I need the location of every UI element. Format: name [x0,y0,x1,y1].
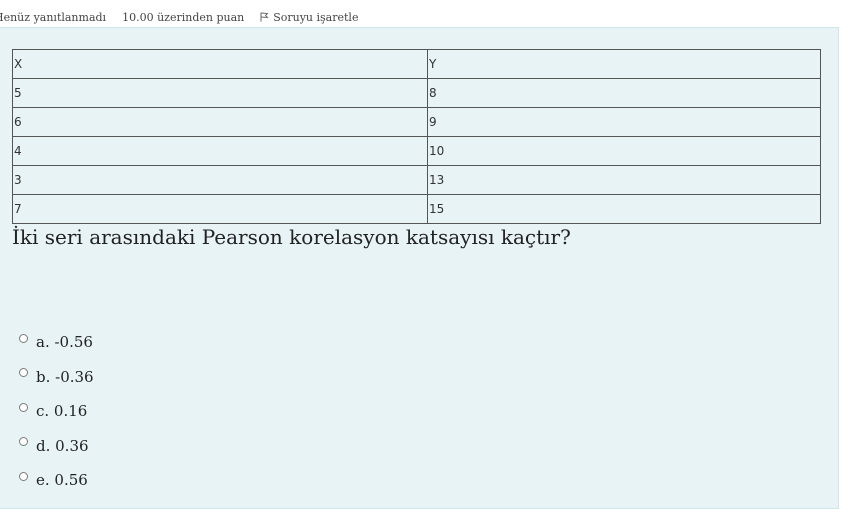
answer-option-e[interactable]: e. 0.56 [19,463,94,498]
table-row: 7 15 [12,194,821,224]
table-cell-y: 13 [427,165,821,195]
answer-label: d. 0.36 [36,436,89,455]
answer-option-c[interactable]: c. 0.16 [19,394,94,429]
answer-option-d[interactable]: d. 0.36 [19,429,94,464]
table-row: 5 8 [12,78,821,108]
table-row: 3 13 [12,165,821,195]
radio-button[interactable] [19,437,28,447]
radio-button[interactable] [19,402,28,412]
answer-options: a. -0.56 b. -0.36 c. 0.16 d. 0.36 e. 0.5… [19,325,94,498]
table-cell-x: 7 [12,194,428,224]
table-cell-x: 3 [12,165,428,195]
flag-icon [260,12,269,22]
table-cell-y: 15 [427,194,821,224]
table-row: 6 9 [12,107,821,137]
radio-button[interactable] [19,333,28,343]
table-cell-x: 6 [12,107,428,137]
table-header-y: Y [427,49,821,79]
answer-label: a. -0.56 [36,333,93,352]
table-cell-y: 8 [427,78,821,108]
question-status: Henüz yanıtlanmadı [0,10,107,24]
question-info-bar: Henüz yanıtlanmadı 10.00 üzerinden puan … [0,10,374,24]
table-header-row: X Y [12,49,821,79]
question-panel: X Y 5 8 6 9 4 10 3 13 7 15 İki seri aras… [0,27,839,509]
question-points: 10.00 üzerinden puan [122,10,245,24]
table-row: 4 10 [12,136,821,166]
question-text: İki seri arasındaki Pearson korelasyon k… [12,225,571,249]
radio-button[interactable] [19,368,28,378]
table-cell-y: 9 [427,107,821,137]
table-cell-x: 5 [12,78,428,108]
answer-label: e. 0.56 [36,471,88,490]
table-header-x: X [12,49,428,79]
table-cell-y: 10 [427,136,821,166]
table-cell-x: 4 [12,136,428,166]
data-table: X Y 5 8 6 9 4 10 3 13 7 15 [12,49,821,224]
answer-label: b. -0.36 [36,367,94,386]
flag-question-button[interactable]: Soruyu işaretle [260,11,358,24]
radio-button[interactable] [19,471,28,481]
flag-question-label: Soruyu işaretle [273,10,359,24]
answer-label: c. 0.16 [36,402,88,421]
answer-option-a[interactable]: a. -0.56 [19,325,94,360]
answer-option-b[interactable]: b. -0.36 [19,360,94,395]
